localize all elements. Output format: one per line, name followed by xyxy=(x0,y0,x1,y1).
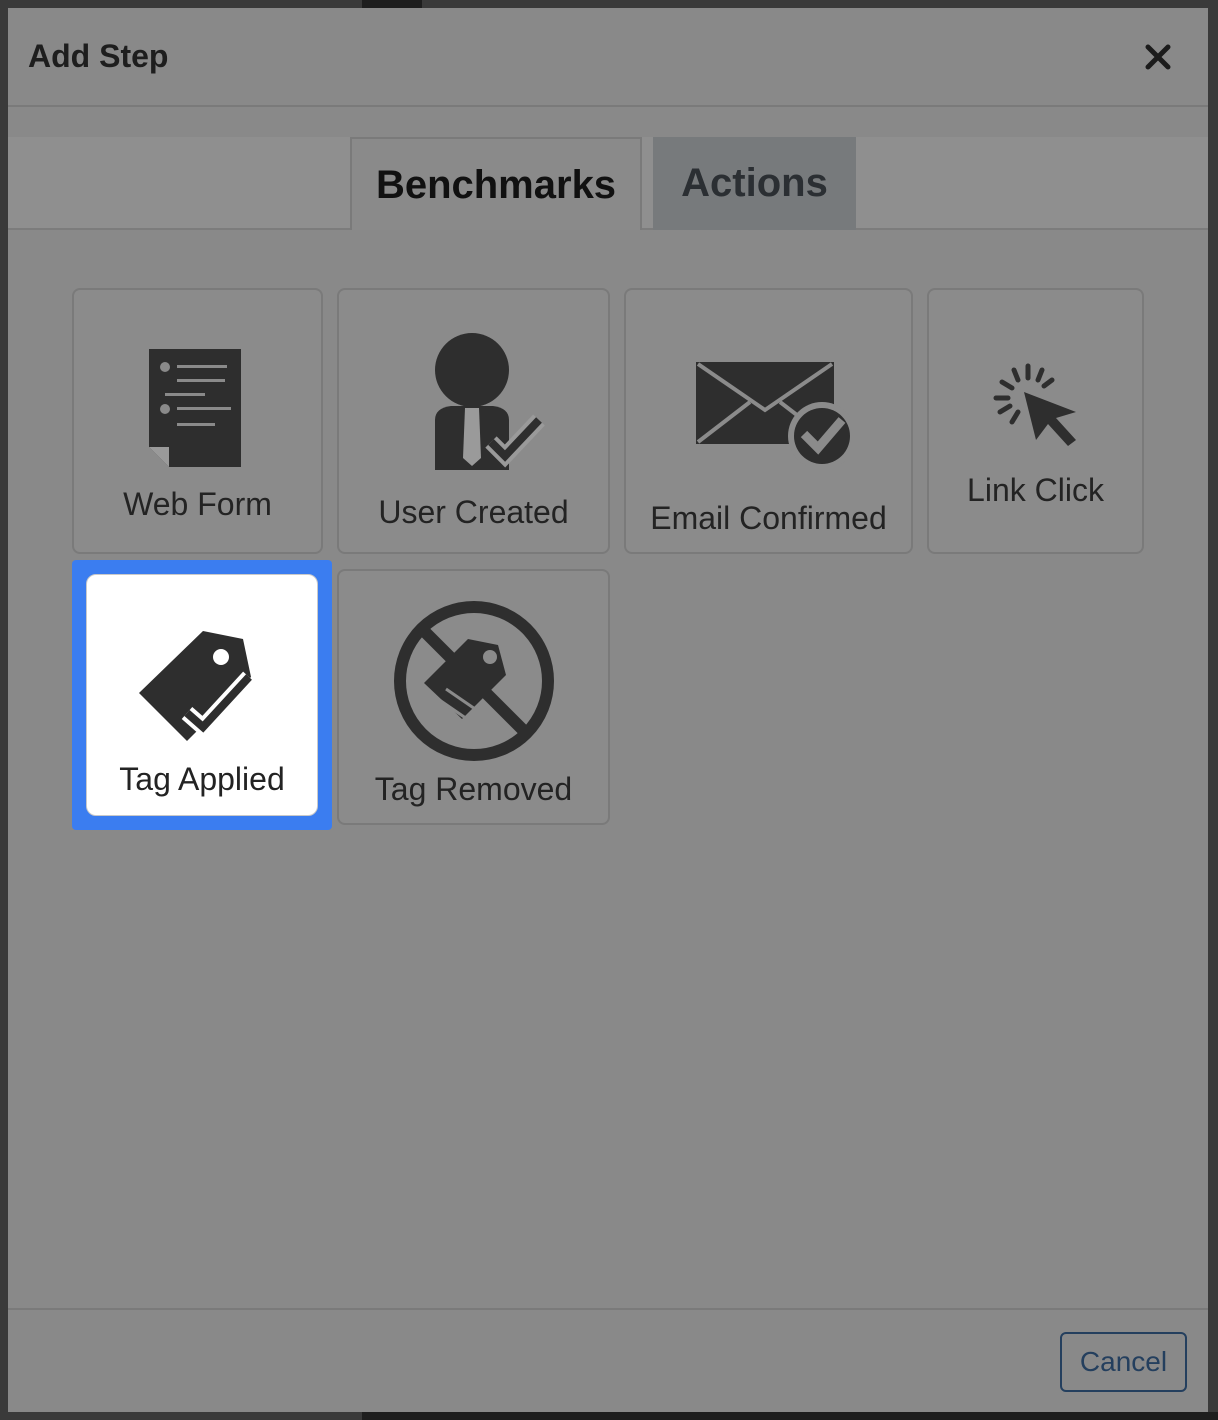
close-button[interactable] xyxy=(1141,40,1175,74)
step-label: Tag Applied xyxy=(119,761,285,797)
add-step-modal: Add Step Benchmarks Actions Web Form Use… xyxy=(8,8,1208,1412)
step-web-form[interactable]: Web Form xyxy=(72,288,323,554)
document-icon xyxy=(149,349,241,467)
tab-bar: Benchmarks Actions xyxy=(8,137,1208,230)
step-tag-applied[interactable]: Tag Applied xyxy=(86,574,318,816)
step-label: Web Form xyxy=(123,486,272,522)
user-check-icon xyxy=(435,333,545,470)
envelope-check-icon xyxy=(696,362,850,466)
step-label: User Created xyxy=(378,494,569,530)
background-strip xyxy=(362,1412,1218,1420)
tab-actions[interactable]: Actions xyxy=(653,137,856,230)
step-email-confirmed[interactable]: Email Confirmed xyxy=(624,288,913,554)
tab-benchmarks[interactable]: Benchmarks xyxy=(350,137,642,230)
cursor-click-icon xyxy=(993,363,1076,446)
modal-footer: Cancel xyxy=(8,1308,1208,1412)
cancel-button[interactable]: Cancel xyxy=(1060,1332,1187,1392)
tag-removed-icon xyxy=(394,601,554,761)
step-label: Email Confirmed xyxy=(650,500,887,536)
step-label: Link Click xyxy=(967,472,1104,508)
background-strip xyxy=(362,0,422,8)
step-label: Tag Removed xyxy=(374,771,573,807)
step-tag-removed[interactable]: Tag Removed xyxy=(337,569,610,825)
modal-title: Add Step xyxy=(28,38,169,74)
close-icon xyxy=(1145,44,1171,70)
step-user-created[interactable]: User Created xyxy=(337,288,610,554)
tag-check-icon xyxy=(139,631,255,741)
modal-header: Add Step xyxy=(8,8,1208,107)
step-link-click[interactable]: Link Click xyxy=(927,288,1144,554)
